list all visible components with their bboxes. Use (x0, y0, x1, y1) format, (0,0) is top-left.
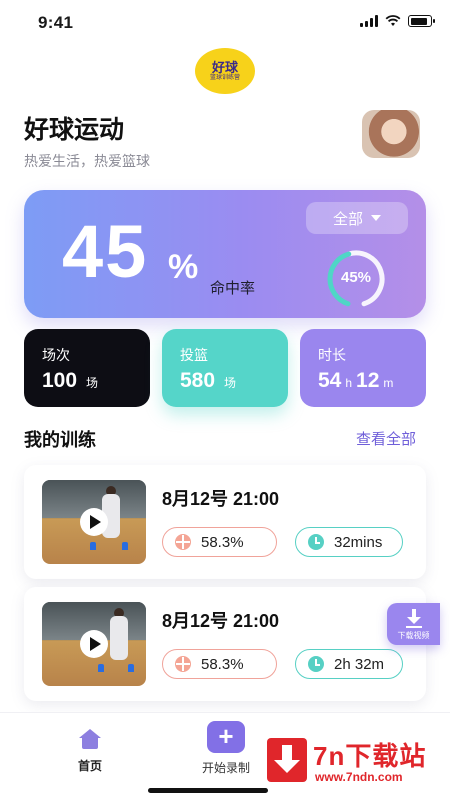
watermark: 7n下载站 www.7ndn.com (265, 734, 443, 790)
status-icons (360, 15, 435, 27)
tab-home[interactable]: 首页 (70, 729, 110, 774)
stat-card-sessions[interactable]: 场次 100 场 (24, 329, 150, 407)
stat-unit: 场 (86, 376, 99, 390)
cellular-signal-icon (360, 15, 378, 27)
stat-label: 场次 (42, 347, 70, 363)
stat-number: 100 (42, 369, 78, 392)
stat-hours-unit: h (345, 376, 353, 390)
hit-rate-card: 45 % 命中率 全部 45% (24, 190, 426, 318)
logo-sub-text: 篮球训练营 (209, 74, 240, 81)
stat-minutes: 12 (356, 369, 380, 392)
section-title-my-training: 我的训练 (24, 430, 96, 450)
plus-icon: + (207, 721, 245, 753)
duration-text: 32mins (334, 533, 383, 551)
filter-dropdown[interactable]: 全部 (306, 202, 408, 234)
status-time: 9:41 (38, 13, 74, 32)
video-thumbnail[interactable] (42, 602, 146, 686)
ring-percent-text: 45% (340, 269, 372, 286)
page-subtitle: 热爱生活，热爱篮球 (24, 153, 150, 169)
stat-hours: 54 (318, 369, 342, 392)
logo-main-text: 好球 (211, 59, 238, 75)
stat-card-duration[interactable]: 时长 54 h 12 m (300, 329, 426, 407)
training-datetime: 8月12号 21:00 (162, 489, 280, 509)
app-logo: 好球 篮球训练营 (195, 48, 255, 94)
training-card[interactable]: 8月12号 21:00 58.3% 2h 32m (24, 587, 426, 701)
basketball-icon (175, 534, 191, 550)
stat-number: 580 (180, 369, 216, 392)
hit-rate-unit: % (168, 248, 199, 286)
hit-rate-label: 命中率 (210, 280, 256, 297)
stat-card-shots[interactable]: 投篮 580 场 (162, 329, 288, 407)
home-indicator (148, 788, 268, 793)
hit-rate-pill: 58.3% (162, 649, 277, 679)
watermark-title: 7n下载站 (313, 741, 427, 771)
battery-icon (408, 15, 435, 27)
stat-minutes-unit: m (383, 376, 394, 390)
page-title: 好球运动 (24, 116, 125, 144)
hit-rate-text: 58.3% (201, 655, 244, 673)
duration-text: 2h 32m (334, 655, 385, 673)
stat-label: 投篮 (180, 347, 208, 363)
play-icon[interactable] (80, 630, 108, 658)
hit-rate-pill: 58.3% (162, 527, 277, 557)
basketball-icon (175, 656, 191, 672)
hit-rate-text: 58.3% (201, 533, 244, 551)
stat-value: 100 场 (42, 369, 98, 393)
video-thumbnail[interactable] (42, 480, 146, 564)
training-card[interactable]: 8月12号 21:00 58.3% 32mins (24, 465, 426, 579)
home-icon (79, 729, 101, 749)
download-logo-icon (267, 738, 307, 782)
duration-pill: 2h 32m (295, 649, 403, 679)
clock-icon (308, 656, 324, 672)
download-video-label: 下载视频 (397, 631, 430, 640)
filter-label: 全部 (332, 210, 363, 228)
tab-record-label: 开始录制 (201, 761, 250, 775)
wifi-icon (385, 15, 401, 26)
avatar[interactable] (362, 110, 420, 158)
stat-label: 时长 (318, 347, 346, 363)
stat-value: 580 场 (180, 369, 236, 393)
duration-pill: 32mins (295, 527, 403, 557)
view-all-link[interactable]: 查看全部 (356, 428, 416, 449)
status-bar: 9:41 (0, 0, 450, 44)
caret-down-icon (371, 215, 381, 221)
stat-unit: 场 (224, 376, 237, 390)
tab-home-label: 首页 (77, 759, 102, 773)
stat-value: 54 h 12 m (318, 369, 394, 393)
play-icon[interactable] (80, 508, 108, 536)
download-icon (406, 609, 421, 625)
download-video-button[interactable]: 下载视频 (387, 603, 440, 645)
tab-start-recording[interactable]: + 开始录制 (196, 721, 256, 776)
clock-icon (308, 534, 324, 550)
training-datetime: 8月12号 21:00 (162, 611, 280, 631)
watermark-url: www.7ndn.com (315, 770, 403, 784)
hit-rate-value: 45 (62, 210, 149, 293)
